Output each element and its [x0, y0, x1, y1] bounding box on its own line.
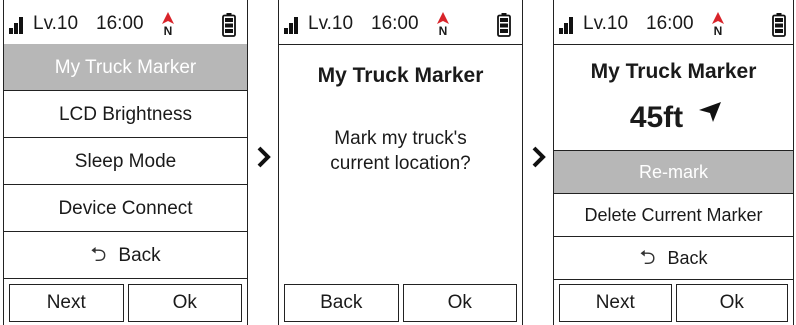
compass-letter: N — [163, 24, 173, 38]
chevron-right-icon — [257, 146, 271, 168]
clock-time: 16:00 — [96, 13, 144, 34]
direction-arrow-icon — [697, 98, 723, 124]
ok-button[interactable]: Ok — [402, 284, 517, 322]
back-button[interactable]: Back — [284, 284, 399, 322]
menu-item-re-mark[interactable]: Re-mark — [554, 151, 793, 194]
screen-settings-menu: Lv.10 16:00 N My Truck Marker LCD Bright… — [3, 0, 248, 325]
screen-marker-status: Lv.10 16:00 N My Truck Marker 45ft Re-ma… — [553, 0, 794, 325]
battery-icon — [497, 13, 511, 37]
menu-item-sleep-mode[interactable]: Sleep Mode — [4, 138, 247, 185]
status-bar: Lv.10 16:00 N — [554, 0, 793, 45]
menu-item-lcd-brightness[interactable]: LCD Brightness — [4, 91, 247, 138]
signal-icon — [559, 17, 578, 34]
battery-icon — [772, 13, 786, 37]
clock-time: 16:00 — [646, 13, 694, 34]
compass-north-icon: N — [161, 12, 175, 40]
compass-north-icon: N — [711, 12, 725, 40]
marker-distance-value: 45ft — [629, 101, 684, 134]
chevron-right-icon — [532, 146, 546, 168]
level-label: Lv.10 — [33, 13, 79, 34]
menu-item-my-truck-marker[interactable]: My Truck Marker — [4, 44, 247, 91]
level-label: Lv.10 — [583, 13, 629, 34]
back-arrow-icon: ⮌ — [90, 244, 107, 266]
ok-button[interactable]: Ok — [675, 284, 788, 322]
next-button[interactable]: Next — [9, 284, 124, 322]
back-arrow-icon: ⮌ — [639, 247, 656, 269]
battery-icon — [222, 13, 236, 37]
dialog-message-line1: Mark my truck's — [334, 128, 467, 149]
softkey-bar: Next Ok — [9, 284, 242, 322]
softkey-bar: Next Ok — [559, 284, 788, 322]
screen-confirm-dialog: Lv.10 16:00 N My Truck Marker Mark my tr… — [278, 0, 523, 325]
signal-icon — [9, 17, 28, 34]
menu-item-back[interactable]: ⮌ Back — [4, 232, 247, 279]
next-button[interactable]: Next — [559, 284, 672, 322]
softkey-bar: Back Ok — [284, 284, 517, 322]
menu-item-device-connect[interactable]: Device Connect — [4, 185, 247, 232]
compass-north-icon: N — [436, 12, 450, 40]
menu-item-back[interactable]: ⮌ Back — [554, 237, 793, 280]
compass-letter: N — [713, 24, 723, 38]
marker-menu: Re-mark Delete Current Marker ⮌ Back — [554, 150, 793, 280]
back-label: Back — [118, 245, 161, 266]
status-bar: Lv.10 16:00 N — [4, 0, 247, 45]
clock-time: 16:00 — [371, 13, 419, 34]
marker-title: My Truck Marker — [590, 60, 757, 83]
dialog-message-line2: current location? — [330, 153, 471, 174]
signal-icon — [284, 17, 303, 34]
settings-menu: My Truck Marker LCD Brightness Sleep Mod… — [4, 44, 247, 279]
compass-letter: N — [438, 24, 448, 38]
ok-button[interactable]: Ok — [127, 284, 242, 322]
status-bar: Lv.10 16:00 N — [279, 0, 522, 45]
menu-item-delete-current-marker[interactable]: Delete Current Marker — [554, 194, 793, 237]
dialog-message: Mark my truck's current location? — [279, 126, 522, 176]
dialog-title: My Truck Marker — [317, 64, 484, 87]
back-label: Back — [667, 248, 708, 268]
level-label: Lv.10 — [308, 13, 354, 34]
marker-distance: 45ft — [554, 101, 793, 135]
